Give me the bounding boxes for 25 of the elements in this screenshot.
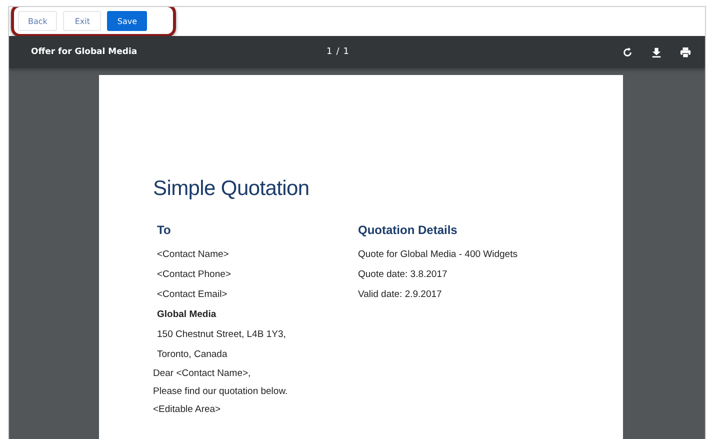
- address-line: <Contact Name>: [157, 248, 230, 262]
- page-separator: /: [336, 47, 340, 57]
- section-heading: Quotation Details: [358, 223, 458, 237]
- download-icon[interactable]: [651, 46, 662, 58]
- company-name: Global Media: [157, 308, 218, 322]
- quotation-title: Simple Quotation: [153, 177, 310, 201]
- body-text: Dear <Contact Name>,: [153, 367, 252, 381]
- page-count: 1: [343, 47, 350, 57]
- body-text: <Editable Area>: [153, 403, 222, 417]
- print-icon[interactable]: [680, 46, 691, 58]
- detail-line: Quote for Global Media - 400 Widgets: [358, 248, 518, 262]
- address-line: 150 Chestnut Street, L4B 1Y3,: [157, 328, 287, 342]
- detail-line: Valid date: 2.9.2017: [358, 288, 443, 302]
- address-line: <Contact Email>: [157, 288, 228, 302]
- page-number: 1: [326, 47, 332, 57]
- rotate-icon[interactable]: [622, 46, 633, 58]
- save-button[interactable]: Save: [107, 11, 148, 31]
- address-line: Toronto, Canada: [157, 348, 228, 362]
- document-title: Offer for Global Media: [31, 47, 138, 57]
- toolbar-button[interactable]: Exit: [63, 11, 102, 31]
- section-heading: To: [157, 223, 172, 237]
- body-text: Please find our quotation below.: [153, 385, 289, 399]
- detail-line: Quote date: 3.8.2017: [358, 268, 448, 282]
- toolbar-button[interactable]: Back: [18, 11, 58, 31]
- address-line: <Contact Phone>: [157, 268, 232, 282]
